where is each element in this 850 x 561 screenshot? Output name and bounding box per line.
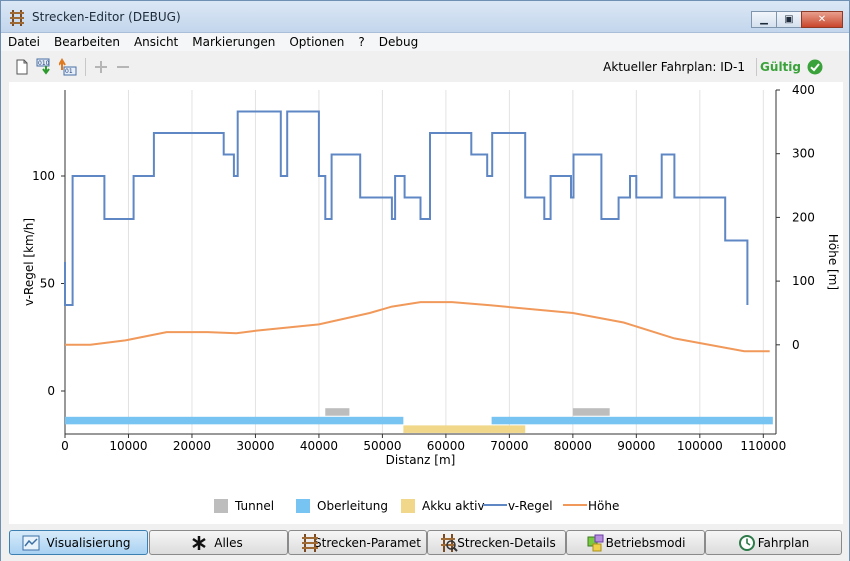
- export-icon[interactable]: 01: [59, 58, 77, 76]
- toolbar: 010 01 Aktueller Fahrplan: ID-1 Gültig: [1, 52, 849, 82]
- new-document-icon[interactable]: [13, 58, 31, 76]
- x-tick-label: 20000: [173, 439, 211, 453]
- bottom-tab-bar: Visualisierung Alles Strecken-Paramet St…: [1, 527, 849, 561]
- svg-text:01: 01: [65, 68, 73, 75]
- y2-tick-label: 400: [792, 83, 815, 97]
- y2-tick-label: 0: [792, 338, 800, 352]
- oberleitung-bar: [65, 416, 404, 425]
- oberleitung-bar: [491, 416, 773, 425]
- x-axis-label: Distanz [m]: [386, 453, 456, 467]
- valid-status-label: Gültig: [760, 60, 801, 74]
- title-bar: Strecken-Editor (DEBUG) ▁ ▣ ✕: [1, 1, 849, 33]
- visualization-chart: 0 10000 20000 30000 40000 50000 60000 70000 8000…: [9, 82, 843, 524]
- chart-icon: [22, 535, 40, 551]
- y2-axis-label: Höhe [m]: [826, 234, 840, 290]
- tunnel-bar: [572, 408, 610, 416]
- menu-markierungen[interactable]: Markierungen: [185, 33, 282, 51]
- menu-help[interactable]: ?: [351, 33, 371, 51]
- x-tick-label: 50000: [363, 439, 401, 453]
- menu-optionen[interactable]: Optionen: [282, 33, 351, 51]
- close-icon: ✕: [817, 14, 827, 25]
- x-tick-label: 30000: [236, 439, 274, 453]
- akku-bar: [403, 425, 526, 433]
- toolbar-separator: [85, 58, 86, 76]
- y-axis-label: v-Regel [km/h]: [22, 218, 36, 306]
- x-tick-label: 110000: [740, 439, 786, 453]
- menu-bearbeiten[interactable]: Bearbeiten: [47, 33, 127, 51]
- x-tick-label: 70000: [490, 439, 528, 453]
- minimize-icon: ▁: [760, 14, 768, 25]
- svg-text:010: 010: [38, 60, 50, 67]
- railway-track-icon: [10, 10, 24, 26]
- chart-svg: 0 10000 20000 30000 40000 50000 60000 70000 8000…: [22, 83, 840, 513]
- menu-bar: Datei Bearbeiten Ansicht Markierungen Op…: [1, 33, 849, 51]
- x-tick-label: 90000: [617, 439, 655, 453]
- minimize-button[interactable]: ▁: [751, 11, 777, 28]
- menu-debug[interactable]: Debug: [372, 33, 425, 51]
- close-button[interactable]: ✕: [801, 11, 843, 28]
- current-timetable-label: Aktueller Fahrplan: ID-1: [603, 60, 745, 74]
- tab-strecken-parameter[interactable]: Strecken-Paramet: [288, 530, 427, 555]
- track-icon: [302, 534, 318, 552]
- maximize-icon: ▣: [784, 14, 794, 25]
- clock-icon: [739, 535, 755, 551]
- legend-akku-swatch: [401, 499, 415, 513]
- x-tick-label: 40000: [300, 439, 338, 453]
- check-icon: [807, 59, 823, 75]
- x-tick-label: 100000: [677, 439, 723, 453]
- legend-akku-label: Akku aktiv: [422, 499, 485, 513]
- hoehe-line: [65, 301, 770, 353]
- toolbar-separator: [756, 58, 757, 76]
- y2-tick-label: 100: [792, 274, 815, 288]
- tab-alles[interactable]: Alles: [149, 530, 288, 555]
- y2-tick-label: 300: [792, 147, 815, 161]
- legend-tunnel-label: Tunnel: [234, 499, 274, 513]
- menu-datei[interactable]: Datei: [1, 33, 47, 51]
- y-tick-label: 100: [32, 169, 55, 183]
- legend-hoehe-label: Höhe: [588, 499, 619, 513]
- tab-strecken-details[interactable]: Strecken-Details: [427, 530, 566, 555]
- menu-ansicht[interactable]: Ansicht: [127, 33, 185, 51]
- app-window: Strecken-Editor (DEBUG) ▁ ▣ ✕ Datei Bear…: [0, 0, 850, 561]
- v-regel-line: [64, 110, 749, 306]
- tab-betriebsmodi[interactable]: Betriebsmodi: [566, 530, 705, 555]
- x-tick-label: 0: [61, 439, 69, 453]
- x-tick-label: 60000: [427, 439, 465, 453]
- x-tick-label: 80000: [554, 439, 592, 453]
- tunnel-bar: [325, 408, 350, 416]
- remove-icon[interactable]: [114, 58, 132, 76]
- tab-visualisierung[interactable]: Visualisierung: [9, 530, 148, 555]
- asterisk-icon: [192, 536, 206, 550]
- import-icon[interactable]: 010: [36, 58, 54, 76]
- legend-tunnel-swatch: [214, 499, 228, 513]
- maximize-button[interactable]: ▣: [776, 11, 802, 28]
- legend-oberleitung-label: Oberleitung: [317, 499, 388, 513]
- y-tick-label: 50: [40, 277, 55, 291]
- legend-v-regel-label: v-Regel: [508, 499, 553, 513]
- legend-oberleitung-swatch: [296, 499, 310, 513]
- modes-icon: [587, 534, 604, 552]
- add-icon[interactable]: [92, 58, 110, 76]
- track-details-icon: [441, 534, 458, 552]
- y2-tick-label: 200: [792, 210, 815, 224]
- x-tick-label: 10000: [109, 439, 147, 453]
- tab-fahrplan[interactable]: Fahrplan: [705, 530, 842, 555]
- y-tick-label: 0: [47, 384, 55, 398]
- window-title: Strecken-Editor (DEBUG): [32, 10, 181, 24]
